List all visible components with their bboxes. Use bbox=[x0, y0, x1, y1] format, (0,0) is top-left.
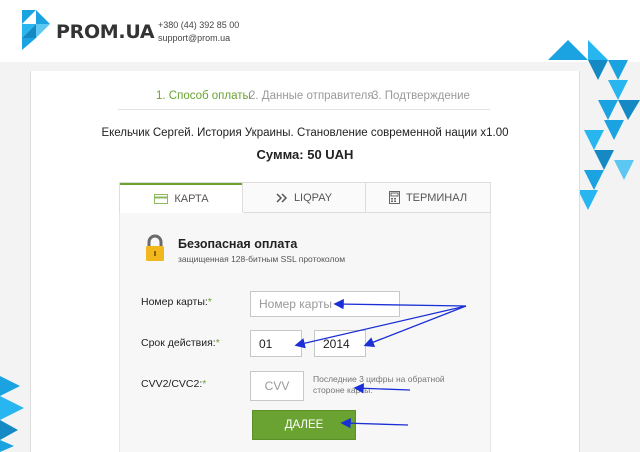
required-mark: * bbox=[207, 296, 212, 308]
secure-payment-title: Безопасная оплата bbox=[178, 237, 298, 251]
support-phone: +380 (44) 392 85 00 bbox=[158, 20, 240, 30]
credit-card-icon bbox=[154, 194, 169, 204]
cvv-input[interactable]: CVV bbox=[250, 371, 304, 401]
expiry-label: Срок действия:* bbox=[141, 337, 220, 349]
step-payment-method[interactable]: 1. Способ оплаты bbox=[156, 90, 251, 102]
expiry-month-select[interactable]: 01 bbox=[250, 330, 302, 357]
card-number-placeholder: Номер карты bbox=[259, 297, 332, 311]
step-confirmation[interactable]: 3. Подтверждение bbox=[372, 90, 470, 102]
tab-card-label: КАРТА bbox=[174, 193, 209, 205]
secure-payment-subtitle: защищенная 128-битным SSL протоколом bbox=[178, 254, 346, 264]
tab-card[interactable]: КАРТА bbox=[120, 183, 243, 213]
prom-logo-mark-icon bbox=[22, 10, 50, 50]
cvv-placeholder: CVV bbox=[264, 379, 290, 393]
cvv-label-text: CVV2/CVC2: bbox=[141, 378, 203, 390]
card-number-input[interactable]: Номер карты bbox=[250, 291, 400, 317]
padlock-icon bbox=[146, 234, 164, 261]
expiry-label-text: Срок действия: bbox=[141, 337, 216, 349]
tab-liqpay-label: LIQPAY bbox=[293, 191, 333, 204]
next-button[interactable]: ДАЛЕЕ bbox=[252, 410, 356, 440]
step-sender-data[interactable]: 2. Данные отправителя bbox=[249, 90, 374, 102]
double-chevron-icon bbox=[276, 192, 287, 203]
card-number-label: Номер карты:* bbox=[141, 296, 212, 308]
decorative-triangles-left bbox=[0, 376, 24, 452]
tab-terminal[interactable]: ТЕРМИНАЛ bbox=[365, 183, 490, 212]
brand-name: PROM.UA bbox=[56, 21, 155, 43]
cvv-label: CVV2/CVC2:* bbox=[141, 378, 206, 390]
prom-logo[interactable]: PROM.UA bbox=[22, 10, 164, 50]
expiry-year-value: 2014 bbox=[323, 336, 350, 351]
payment-tabs: КАРТА LIQPAY ТЕРМИНАЛ bbox=[119, 182, 491, 213]
required-mark: * bbox=[202, 378, 207, 390]
card-number-label-text: Номер карты: bbox=[141, 296, 208, 308]
product-title: Екельчик Сергей. История Украины. Станов… bbox=[101, 127, 509, 139]
tab-terminal-label: ТЕРМИНАЛ bbox=[405, 191, 468, 204]
expiry-month-value: 01 bbox=[259, 336, 273, 351]
terminal-icon bbox=[388, 191, 400, 204]
tab-liqpay[interactable]: LIQPAY bbox=[242, 183, 365, 212]
required-mark: * bbox=[215, 337, 220, 349]
checkout-steps: 1. Способ оплаты 2. Данные отправителя 3… bbox=[118, 90, 490, 110]
cvv-hint: Последние 3 цифры на обратной стороне ка… bbox=[313, 374, 445, 395]
order-product: Екельчик Сергей. История Украины. Станов… bbox=[0, 127, 610, 139]
order-amount: Сумма: 50 UAH bbox=[256, 147, 354, 162]
support-email: support@prom.ua bbox=[158, 33, 231, 43]
contacts: +380 (44) 392 85 00 support@prom.ua bbox=[158, 19, 239, 45]
expiry-year-select[interactable]: 2014 bbox=[314, 330, 366, 357]
